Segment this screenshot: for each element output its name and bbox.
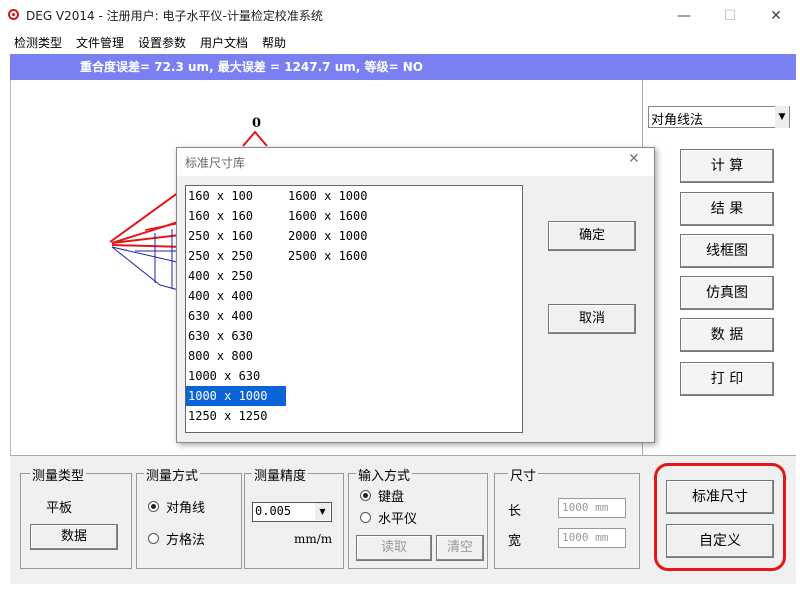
- calculate-button[interactable]: 计 算: [680, 149, 774, 183]
- dialog-close-icon[interactable]: ✕: [628, 151, 640, 167]
- list-item[interactable]: 630 x 400: [186, 306, 286, 326]
- measure-method-group: [136, 473, 242, 569]
- menu-user-docs[interactable]: 用户文档: [200, 34, 248, 51]
- radio-grid-label: 方格法: [166, 533, 206, 548]
- length-field[interactable]: 1000 mm: [558, 498, 626, 518]
- data-button[interactable]: 数 据: [680, 318, 774, 352]
- plot-peak-marker: [242, 130, 268, 147]
- measure-type-label: 测量类型: [30, 465, 87, 484]
- dialog-ok-button[interactable]: 确定: [548, 221, 636, 251]
- dialog-title-bar: [177, 148, 654, 176]
- radio-diagonal[interactable]: [148, 501, 159, 512]
- radio-level-label: 水平仪: [378, 512, 418, 527]
- minimize-button[interactable]: —: [661, 0, 707, 32]
- window-title: DEG V2014 - 注册用户: 电子水平仪-计量检定校准系统: [26, 9, 323, 23]
- app-logo-icon: [8, 9, 19, 20]
- chevron-down-icon[interactable]: ▼: [775, 106, 789, 128]
- list-item[interactable]: 1600 x 1600: [286, 206, 396, 226]
- input-mode-label: 输入方式: [356, 465, 413, 484]
- list-item[interactable]: 160 x 160: [186, 206, 286, 226]
- list-item[interactable]: 2000 x 1000: [286, 226, 396, 246]
- measure-data-button[interactable]: 数据: [30, 524, 118, 550]
- list-item[interactable]: 160 x 100: [186, 186, 286, 206]
- clear-button[interactable]: 清空: [436, 535, 484, 561]
- width-field[interactable]: 1000 mm: [558, 528, 626, 548]
- radio-diagonal-label: 对角线: [166, 501, 206, 516]
- chevron-down-icon[interactable]: ▼: [315, 503, 330, 520]
- menu-help[interactable]: 帮助: [262, 34, 286, 51]
- list-item[interactable]: 1000 x 630: [186, 366, 286, 386]
- dialog-cancel-button[interactable]: 取消: [548, 304, 636, 334]
- precision-label: 测量精度: [252, 465, 309, 484]
- size-group: [494, 473, 640, 569]
- radio-grid[interactable]: [148, 533, 159, 544]
- menu-file[interactable]: 文件管理: [76, 34, 124, 51]
- highlight-annotation: [654, 463, 786, 571]
- measure-type-value: 平板: [46, 501, 73, 516]
- menu-settings[interactable]: 设置参数: [138, 34, 186, 51]
- precision-unit: mm/m: [294, 532, 333, 546]
- list-item-selected[interactable]: 1000 x 1000: [186, 386, 286, 406]
- list-item[interactable]: 1600 x 1000: [286, 186, 396, 206]
- measure-type-group: [20, 473, 132, 569]
- precision-value: 0.005: [255, 504, 292, 518]
- read-button[interactable]: 读取: [356, 535, 432, 561]
- list-item[interactable]: 250 x 160: [186, 226, 286, 246]
- list-item[interactable]: 2500 x 1600: [286, 246, 396, 266]
- radio-keyboard[interactable]: [360, 490, 371, 501]
- list-item[interactable]: 1250 x 1250: [186, 406, 286, 426]
- radio-level[interactable]: [360, 512, 371, 523]
- list-item[interactable]: 400 x 400: [186, 286, 286, 306]
- measure-method-label: 测量方式: [144, 465, 201, 484]
- size-list[interactable]: 160 x 100 160 x 160 250 x 160 250 x 250 …: [185, 185, 523, 433]
- maximize-button[interactable]: ☐: [707, 0, 753, 32]
- list-item[interactable]: 250 x 250: [186, 246, 286, 266]
- list-item[interactable]: 400 x 250: [186, 266, 286, 286]
- status-text: 重合度误差= 72.3 um, 最大误差 = 1247.7 um, 等级= NO: [80, 60, 423, 74]
- result-button[interactable]: 结 果: [680, 192, 774, 226]
- simulation-button[interactable]: 仿真图: [680, 276, 774, 310]
- dialog-title: 标准尺寸库: [185, 156, 246, 170]
- list-item[interactable]: 800 x 800: [186, 346, 286, 366]
- menu-detect-type[interactable]: 检测类型: [14, 34, 62, 51]
- close-button[interactable]: ✕: [753, 0, 799, 32]
- radio-keyboard-label: 键盘: [378, 490, 405, 505]
- print-button[interactable]: 打 印: [680, 362, 774, 396]
- size-label: 尺寸: [508, 465, 539, 484]
- length-label: 长: [508, 504, 522, 519]
- wireframe-button[interactable]: 线框图: [680, 234, 774, 268]
- method-select-value: 对角线法: [651, 113, 704, 128]
- list-item[interactable]: 630 x 630: [186, 326, 286, 346]
- width-label: 宽: [508, 534, 522, 549]
